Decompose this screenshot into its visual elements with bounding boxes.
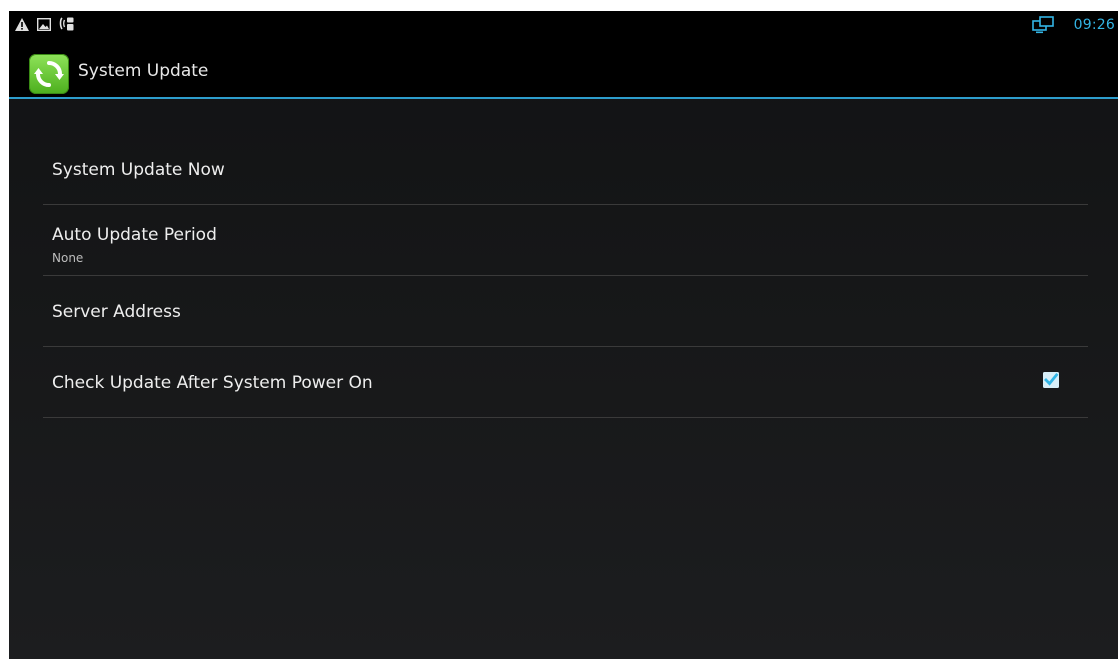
pref-summary: None [52, 251, 84, 265]
warning-icon [15, 17, 29, 31]
pref-title: Auto Update Period [52, 225, 217, 245]
clock: 09:26 [1073, 17, 1115, 33]
system-icons: 09:26 [1031, 16, 1115, 34]
phone-notification-icon [59, 17, 75, 31]
android-screen: 09:26 System Update System Update Now Au… [9, 11, 1118, 659]
pref-auto-update-period[interactable]: Auto Update Period None [43, 205, 1088, 276]
pref-title: Check Update After System Power On [52, 373, 373, 393]
pref-system-update-now[interactable]: System Update Now [43, 131, 1088, 205]
check-update-checkbox[interactable] [1043, 372, 1059, 388]
notification-icons [15, 17, 75, 31]
system-update-icon[interactable] [29, 54, 69, 94]
pref-title: System Update Now [52, 160, 225, 180]
network-icon [1031, 16, 1056, 34]
image-notification-icon [37, 17, 51, 31]
pref-server-address[interactable]: Server Address [43, 276, 1088, 347]
pref-check-update-power-on[interactable]: Check Update After System Power On [43, 347, 1088, 418]
page-title: System Update [78, 61, 209, 81]
pref-title: Server Address [52, 302, 181, 322]
action-bar: System Update [9, 40, 1118, 99]
preference-list: System Update Now Auto Update Period Non… [43, 131, 1088, 418]
status-bar: 09:26 [9, 11, 1118, 40]
